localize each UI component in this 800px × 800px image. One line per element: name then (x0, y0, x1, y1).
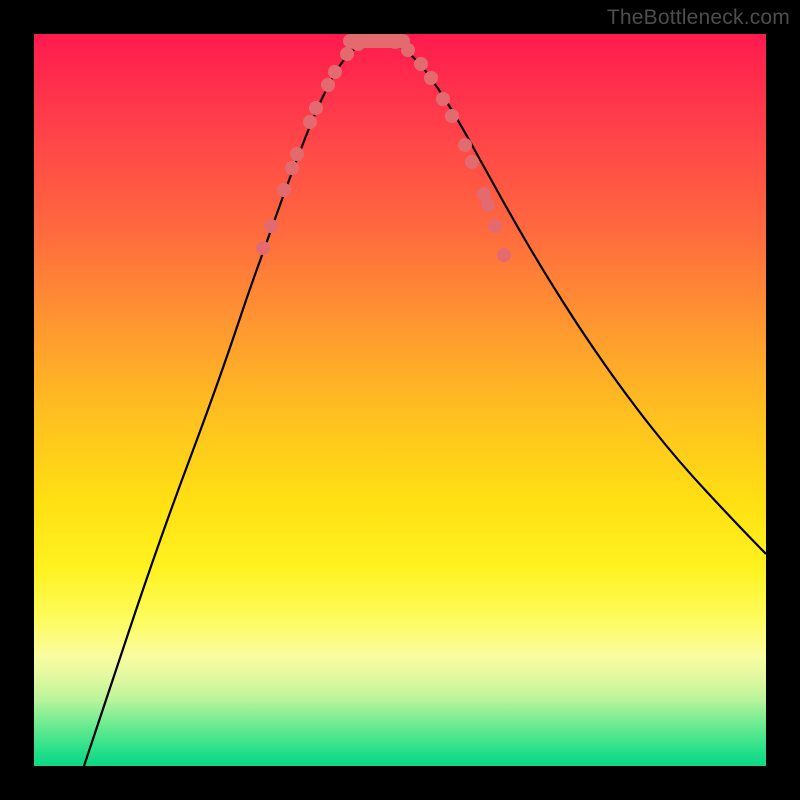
sample-dot (424, 71, 438, 85)
sample-dot (285, 161, 299, 175)
sample-dot (445, 109, 459, 123)
sample-dot (340, 47, 354, 61)
sample-dot (465, 155, 479, 169)
sample-dot (488, 219, 502, 233)
sample-dot (458, 138, 472, 152)
sample-dot (351, 37, 365, 51)
sample-dot (277, 183, 291, 197)
sample-dot (309, 101, 323, 115)
sample-dot (497, 248, 511, 262)
sample-dot (328, 65, 342, 79)
watermark-text: TheBottleneck.com (607, 6, 790, 30)
chart-svg (34, 34, 766, 766)
sample-dot (401, 43, 415, 57)
sample-dot (264, 219, 278, 233)
curve-path (84, 39, 766, 766)
sample-dot (388, 35, 402, 49)
sample-dot (303, 115, 317, 129)
sample-dot (256, 241, 270, 255)
plot-area (34, 34, 766, 766)
sample-dot (436, 92, 450, 106)
chart-frame: TheBottleneck.com (0, 0, 800, 800)
sample-dot (481, 198, 495, 212)
sample-dot (290, 147, 304, 161)
sample-dot (321, 78, 335, 92)
bottleneck-curve (84, 39, 766, 766)
sample-dot (414, 57, 428, 71)
